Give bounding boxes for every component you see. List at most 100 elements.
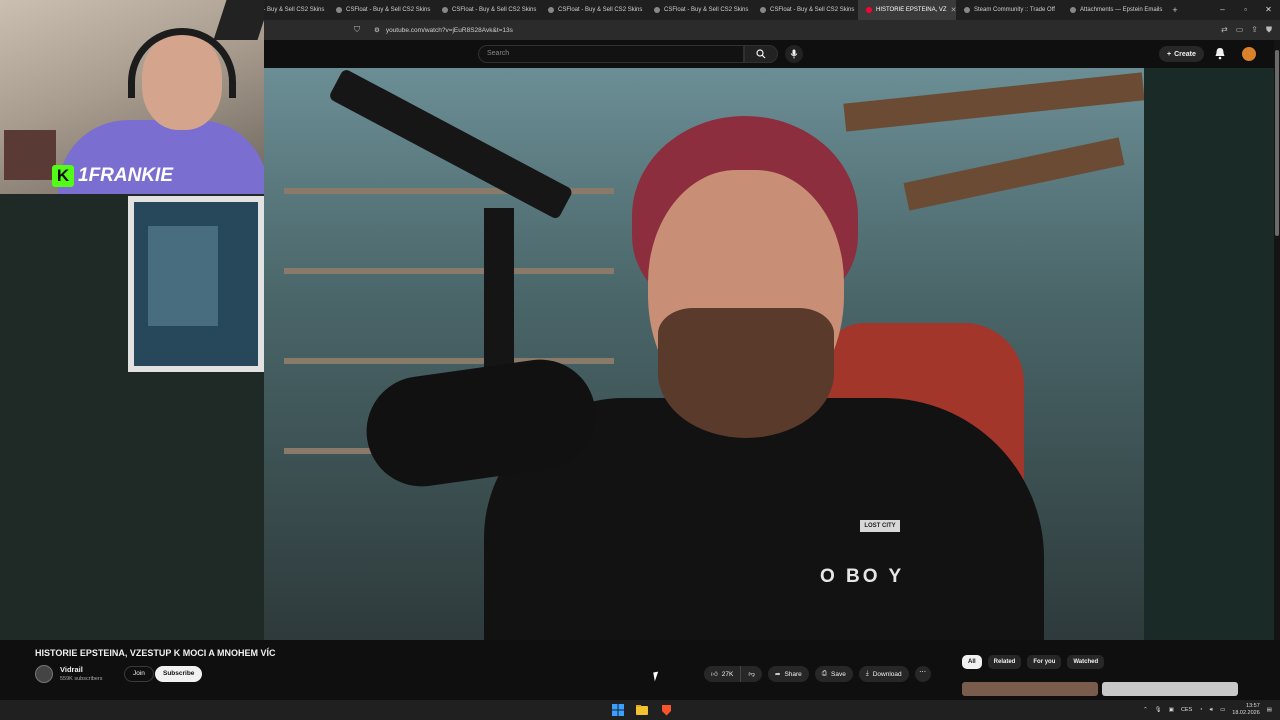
chip-all[interactable]: All xyxy=(962,655,982,669)
window-controls: – ▫ ✕ xyxy=(1211,0,1280,20)
notification-center-icon[interactable]: ▤ xyxy=(1267,707,1272,713)
share-button[interactable]: ➦ Share xyxy=(767,666,809,682)
browser-tab[interactable]: CSFloat - Buy & Sell CS2 Skins xyxy=(328,0,434,20)
shield-icon[interactable]: ⛊ xyxy=(1266,25,1272,35)
translate-icon[interactable]: ⇄ xyxy=(1221,25,1228,35)
right-background xyxy=(1144,68,1274,640)
share-page-icon[interactable]: ⇪ xyxy=(1251,25,1258,35)
mic-stand xyxy=(484,208,514,388)
voice-search-button[interactable] xyxy=(785,45,803,63)
save-button[interactable]: ⎙ Save xyxy=(814,666,853,682)
tab-label: CSFloat - Buy & Sell CS2 Skins xyxy=(664,7,749,13)
language-indicator[interactable]: CES xyxy=(1181,707,1192,713)
chip-watched[interactable]: Watched xyxy=(1067,655,1105,669)
tab-label: CSFloat - Buy & Sell CS2 Skins xyxy=(558,7,643,13)
like-button[interactable]: 👍︎ 27K xyxy=(704,666,741,682)
search-icon xyxy=(756,49,766,59)
join-button[interactable]: Join xyxy=(124,666,154,682)
wifi-icon[interactable]: ◔ xyxy=(1199,707,1202,713)
dislike-button[interactable]: 👎︎ xyxy=(740,666,762,682)
battery-icon[interactable]: ▭ xyxy=(1220,707,1225,713)
brave-browser-icon[interactable] xyxy=(658,702,674,718)
youtube-header: Search + Create xyxy=(264,40,1280,68)
lamp xyxy=(213,0,264,40)
save-icon: ⎙ xyxy=(821,670,827,677)
recommended-video-thumbnail[interactable] xyxy=(962,682,1098,696)
save-label: Save xyxy=(831,670,846,678)
csfloat-favicon-icon xyxy=(654,7,660,13)
chip-for-you[interactable]: For you xyxy=(1027,655,1062,669)
jacket-label: LOST CITY xyxy=(860,520,900,532)
shelf xyxy=(284,268,614,274)
recommended-video-thumbnail[interactable] xyxy=(1102,682,1238,696)
tab-label: CSFloat - Buy & Sell CS2 Skins xyxy=(346,7,431,13)
wall-poster xyxy=(4,130,56,180)
system-tray: ⌃ 🎙︎ ▣ CES ◔ 🔊︎ ▭ 13:57 18.02.2026 ▤ xyxy=(1143,703,1272,717)
tray-overflow-icon[interactable]: ⌃ xyxy=(1143,707,1148,713)
tray-mic-icon[interactable]: 🎙︎ xyxy=(1155,707,1162,713)
account-avatar[interactable] xyxy=(1242,47,1256,61)
video-title: HISTORIE EPSTEINA, VZESTUP K MOCI A MNOH… xyxy=(35,648,276,658)
microphone-icon xyxy=(790,49,798,59)
browser-tab[interactable]: CSFloat - Buy & Sell CS2 Skins xyxy=(434,0,540,20)
notifications-bell-icon[interactable] xyxy=(1214,47,1226,60)
wall-painting xyxy=(128,196,264,372)
subscribe-button[interactable]: Subscribe xyxy=(155,666,203,682)
file-explorer-icon[interactable] xyxy=(634,702,650,718)
volume-icon[interactable]: 🔊︎ xyxy=(1210,707,1213,714)
jacket-print: O BO Y xyxy=(820,566,905,587)
video-player[interactable]: LOST CITY O BO Y xyxy=(264,68,1144,640)
webcam-feed: K 1FRANKIE xyxy=(0,0,264,194)
thumbs-down-icon: 👎︎ xyxy=(748,671,755,678)
csfloat-favicon-icon xyxy=(760,7,766,13)
scrollbar-thumb[interactable] xyxy=(1275,50,1279,236)
search-button[interactable] xyxy=(744,45,778,63)
tab-label: CSFloat - Buy & Sell CS2 Skins xyxy=(452,7,537,13)
maximize-icon[interactable]: ▫ xyxy=(1234,0,1257,20)
browser-tab[interactable]: CSFloat - Buy & Sell CS2 Skins xyxy=(540,0,646,20)
tab-label: CSFloat - Buy & Sell CS2 Skins xyxy=(770,7,855,13)
create-button[interactable]: + Create xyxy=(1159,46,1204,62)
recommendation-filters: All Related For you Watched xyxy=(962,655,1105,669)
taskbar: ⌃ 🎙︎ ▣ CES ◔ 🔊︎ ▭ 13:57 18.02.2026 ▤ xyxy=(0,700,1280,720)
more-actions-icon[interactable]: ⋯ xyxy=(914,666,931,682)
subscriber-count: 559K subscribers xyxy=(60,676,103,682)
plus-icon: + xyxy=(1167,50,1172,58)
recommendation-thumbnails xyxy=(962,682,1238,696)
taskbar-apps xyxy=(610,702,674,718)
steam-favicon-icon xyxy=(964,7,970,13)
minimize-icon[interactable]: – xyxy=(1211,0,1234,20)
like-count: 27K xyxy=(721,670,734,678)
windows-start-icon[interactable] xyxy=(610,702,626,718)
create-label: Create xyxy=(1174,50,1196,58)
close-window-icon[interactable]: ✕ xyxy=(1257,0,1280,20)
browser-tab[interactable]: CSFloat - Buy & Sell CS2 Skins xyxy=(646,0,752,20)
browser-tab[interactable]: Attachments — Epstein Emails xyxy=(1062,0,1168,20)
site-info-icon[interactable]: ⚙ xyxy=(374,26,380,34)
csfloat-favicon-icon xyxy=(548,7,554,13)
csfloat-favicon-icon xyxy=(442,7,448,13)
page-favicon-icon xyxy=(1070,7,1076,13)
browser-tab[interactable]: Steam Community :: Trade Off xyxy=(956,0,1062,20)
share-label: Share xyxy=(784,670,802,678)
bookmark-icon[interactable]: ⛉ xyxy=(354,25,364,35)
url-field[interactable]: ⚙ youtube.com/watch?v=jEuR8S28Avk&t=13s xyxy=(374,26,513,35)
download-label: Download xyxy=(872,670,902,678)
beard xyxy=(658,308,834,438)
channel-avatar[interactable] xyxy=(35,665,53,683)
tray-app-icon[interactable]: ▣ xyxy=(1169,707,1174,713)
thumbs-up-icon: 👍︎ xyxy=(711,671,718,678)
shelf xyxy=(284,358,614,364)
browser-tab-active[interactable]: HISTORIE EPSTEINA, VZ ✕ xyxy=(858,0,956,20)
download-button[interactable]: ⤓ Download xyxy=(858,666,909,682)
browser-tab[interactable]: CSFloat - Buy & Sell CS2 Skins xyxy=(752,0,858,20)
chip-related[interactable]: Related xyxy=(987,655,1022,669)
channel-name[interactable]: Vidrail xyxy=(60,665,83,674)
page-scrollbar[interactable] xyxy=(1274,40,1280,700)
search-input[interactable]: Search xyxy=(478,45,744,63)
clock[interactable]: 13:57 18.02.2026 xyxy=(1232,703,1260,717)
cast-icon[interactable]: ▭ xyxy=(1236,25,1244,35)
tab-label: Steam Community :: Trade Off xyxy=(974,7,1055,13)
new-tab-icon[interactable]: + xyxy=(1168,5,1182,15)
share-icon: ➦ xyxy=(774,671,781,678)
